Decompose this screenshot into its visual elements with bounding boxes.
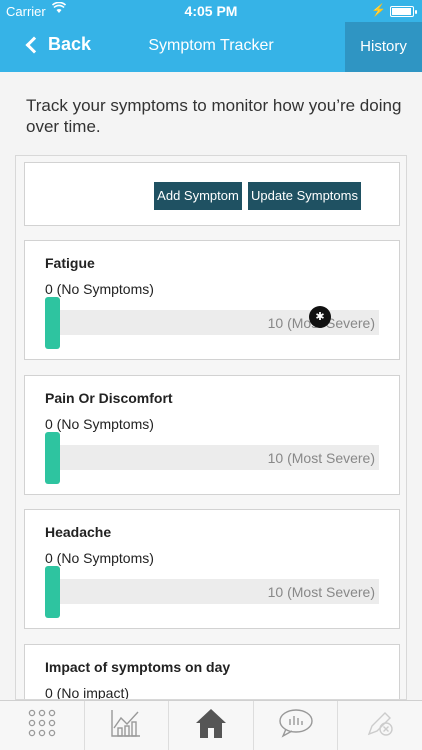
symptom-card-impact: Impact of symptoms on day 0 (No impact) <box>24 644 400 700</box>
tab-bar <box>0 700 422 750</box>
symptom-name: Pain Or Discomfort <box>45 390 173 406</box>
severity-slider-thumb[interactable] <box>45 297 60 349</box>
history-button[interactable]: History <box>345 22 422 72</box>
severity-slider-track[interactable]: 10 (Most Severe) <box>45 579 379 604</box>
charging-icon: ⚡ <box>371 3 386 17</box>
chart-icon <box>110 708 142 743</box>
severity-slider-thumb[interactable] <box>45 566 60 618</box>
symptom-card-fatigue: Fatigue 0 (No Symptoms) 10 (Most Severe) <box>24 240 400 360</box>
edit-icon <box>365 708 395 743</box>
tab-charts[interactable] <box>85 701 170 750</box>
tab-menu[interactable] <box>0 701 85 750</box>
navigation-bar: Back Symptom Tracker History <box>0 22 422 72</box>
add-symptom-button[interactable]: Add Symptom <box>154 182 242 210</box>
severity-slider-thumb[interactable] <box>45 432 60 484</box>
symptom-card-headache: Headache 0 (No Symptoms) 10 (Most Severe… <box>24 509 400 629</box>
home-icon <box>194 706 228 745</box>
tab-home[interactable] <box>169 701 254 750</box>
symptom-name: Fatigue <box>45 255 95 271</box>
update-symptoms-button[interactable]: Update Symptoms <box>248 182 361 210</box>
symptom-min-label: 0 (No Symptoms) <box>45 550 154 566</box>
symptom-name: Impact of symptoms on day <box>45 659 231 675</box>
actions-card: Add Symptom Update Symptoms <box>24 162 400 226</box>
symptom-max-label: 10 (Most Severe) <box>267 584 375 600</box>
chat-icon <box>278 708 314 743</box>
symptom-card-pain: Pain Or Discomfort 0 (No Symptoms) 10 (M… <box>24 375 400 495</box>
symptom-name: Headache <box>45 524 112 540</box>
intro-text: Track your symptoms to monitor how you’r… <box>26 96 402 136</box>
symptom-min-label: 0 (No Symptoms) <box>45 416 154 432</box>
tab-messages[interactable] <box>254 701 339 750</box>
severity-slider-track[interactable]: 10 (Most Severe) <box>45 445 379 470</box>
status-bar: Carrier 4:05 PM ⚡ <box>0 0 422 22</box>
symptom-panel[interactable]: Add Symptom Update Symptoms Fatigue 0 (N… <box>15 155 407 700</box>
symptom-min-label: 0 (No Symptoms) <box>45 281 154 297</box>
battery-icon <box>390 6 417 17</box>
tab-edit[interactable] <box>338 701 422 750</box>
clock: 4:05 PM <box>184 3 238 19</box>
symptom-max-label: 10 (Most Severe) <box>267 450 375 466</box>
grid-icon <box>27 708 57 743</box>
symptom-min-label: 0 (No impact) <box>45 685 130 700</box>
touch-cursor-icon: ✱ <box>309 306 331 328</box>
